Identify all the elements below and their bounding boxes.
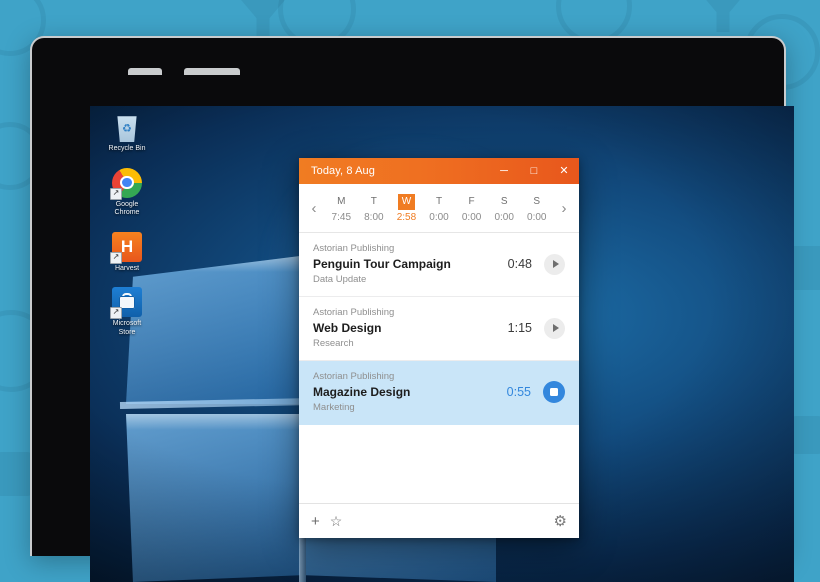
entry-client: Astorian Publishing [313,243,395,254]
entry-duration: 1:15 [507,321,532,335]
desktop-icon-harvest[interactable]: H ↗ Harvest [98,231,156,274]
desktop-icon-list: Recycle Bin ↗ Google Chrome H ↗ Harvest [98,112,158,351]
day-letter: S [500,195,508,207]
day-letter: W [397,193,415,210]
harvest-app-window: Today, 8 Aug ─ □ ✕ ‹ M 7:45 T 8:00 W 2:5… [299,158,579,538]
next-week-arrow-icon[interactable]: › [553,188,575,228]
day-tuesday[interactable]: T 8:00 [358,194,391,223]
day-total: 0:00 [461,211,482,223]
desktop-icon-label: Harvest [114,264,140,272]
time-entry-row[interactable]: Astorian Publishing Penguin Tour Campaig… [299,233,579,297]
day-wednesday[interactable]: W 2:58 [390,193,423,223]
laptop-screen: Recycle Bin ↗ Google Chrome H ↗ Harvest [90,106,794,582]
day-monday[interactable]: M 7:45 [325,194,358,223]
desktop-icon-label: Chrome [114,209,140,216]
shortcut-arrow-icon: ↗ [110,307,122,319]
day-total: 7:45 [331,211,352,223]
watermark-funnel-icon [696,0,750,32]
entry-task: Penguin Tour Campaign [313,257,451,271]
day-friday[interactable]: F 0:00 [455,194,488,223]
day-thursday[interactable]: T 0:00 [423,194,456,223]
stop-icon[interactable] [543,381,565,403]
day-list: M 7:45 T 8:00 W 2:58 T 0:00 F 0:00 S 0:0… [325,193,553,223]
laptop-hinge-tab [184,68,240,75]
desktop-icon-label: Microsoft [112,320,142,327]
day-selector: ‹ M 7:45 T 8:00 W 2:58 T 0:00 F 0:00 S 0… [299,184,579,233]
desktop-icon-recycle-bin[interactable]: Recycle Bin [98,112,156,154]
entry-task: Web Design [313,321,382,335]
desktop-icon-label: Store [118,328,136,336]
recycle-bin-icon [112,112,142,142]
entry-category: Research [313,338,354,349]
day-total: 8:00 [364,211,384,223]
minimize-button[interactable]: ─ [489,158,519,184]
settings-gear-icon[interactable]: ⚙ [554,514,567,529]
laptop-frame: Recycle Bin ↗ Google Chrome H ↗ Harvest [30,36,794,582]
desktop-icon-microsoft-store[interactable]: ↗ Microsoft Store [98,287,156,337]
day-saturday[interactable]: S 0:00 [488,194,521,223]
play-icon[interactable] [544,317,565,339]
time-entry-list: Astorian Publishing Penguin Tour Campaig… [299,233,579,503]
day-sunday[interactable]: S 0:00 [520,194,553,223]
desktop-icon-label: Google [115,200,139,208]
play-icon[interactable] [544,253,565,275]
watermark-square-icon [790,416,820,454]
day-total: 0:00 [494,211,514,223]
entry-category: Data Update [313,274,367,285]
day-letter: M [337,195,346,207]
day-total: 0:00 [527,211,547,223]
entry-client: Astorian Publishing [313,307,395,318]
favorites-star-icon[interactable]: ☆ [330,514,343,528]
microsoft-store-icon: ↗ [110,287,142,319]
time-entry-row-active[interactable]: Astorian Publishing Magazine Design Mark… [299,361,579,425]
day-total: 2:58 [396,211,417,223]
shortcut-arrow-icon: ↗ [110,187,122,200]
app-toolbar: + ☆ ⚙ [299,503,579,538]
close-button[interactable]: ✕ [549,158,579,184]
maximize-button[interactable]: □ [519,158,549,184]
window-titlebar: Today, 8 Aug ─ □ ✕ [299,158,579,184]
entry-duration: 0:55 [506,385,531,399]
day-total: 0:00 [429,211,449,223]
time-entry-row[interactable]: Astorian Publishing Web Design Research … [299,297,579,361]
laptop-hinge-tab [128,68,162,75]
entry-duration: 0:48 [507,257,532,271]
chrome-icon: ↗ [110,167,142,200]
window-title: Today, 8 Aug [311,165,375,177]
shortcut-arrow-icon: ↗ [110,251,122,264]
entry-category: Marketing [313,402,355,413]
entry-task: Magazine Design [313,385,411,399]
prev-week-arrow-icon[interactable]: ‹ [303,188,325,228]
harvest-icon: H ↗ [110,231,142,264]
entry-client: Astorian Publishing [313,371,395,382]
watermark-square-icon [0,452,34,496]
desktop-icon-label: Recycle Bin [108,145,146,152]
add-entry-icon[interactable]: + [311,514,320,529]
day-letter: T [370,195,377,207]
day-letter: T [435,195,443,207]
desktop-icon-google-chrome[interactable]: ↗ Google Chrome [98,167,156,218]
day-letter: F [468,195,475,207]
day-letter: S [533,195,541,207]
